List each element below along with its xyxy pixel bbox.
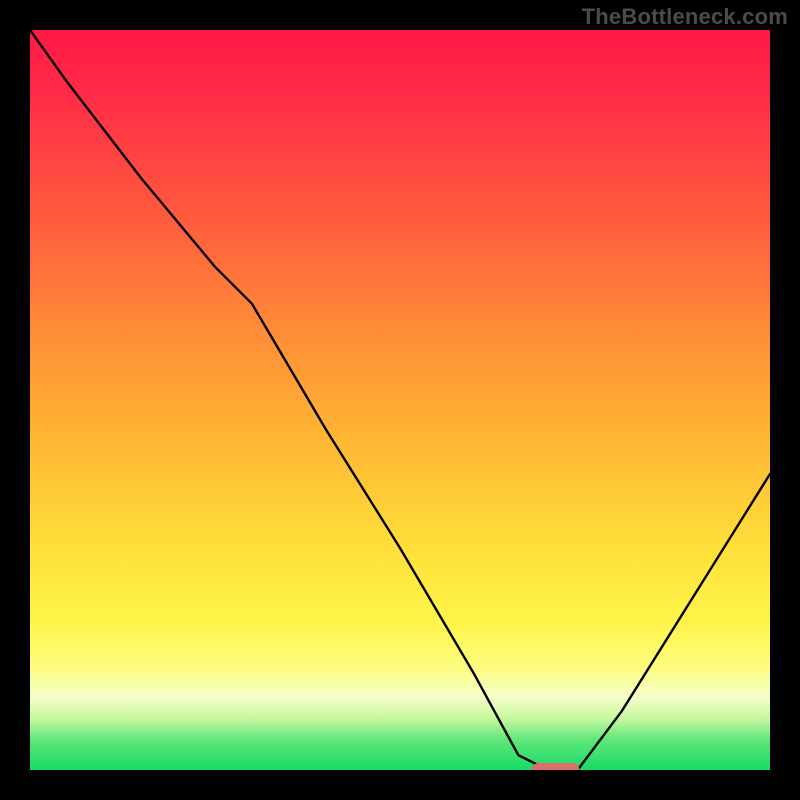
chart-svg <box>30 30 770 770</box>
chart-frame: TheBottleneck.com <box>0 0 800 800</box>
optimal-point-marker <box>531 763 579 770</box>
plot-area <box>30 30 770 770</box>
watermark-text: TheBottleneck.com <box>582 4 788 30</box>
bottleneck-curve <box>30 30 770 770</box>
